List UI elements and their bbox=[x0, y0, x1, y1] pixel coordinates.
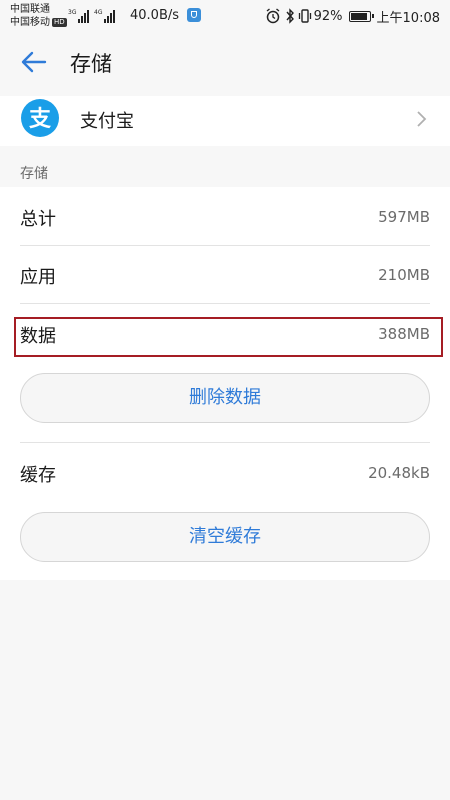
clear-cache-button[interactable]: 清空缓存 bbox=[20, 512, 430, 562]
bluetooth-icon bbox=[286, 8, 294, 24]
chevron-right-icon bbox=[417, 111, 427, 127]
battery-icon bbox=[348, 10, 374, 22]
row-label-total: 总计 bbox=[20, 209, 56, 230]
carrier-2: 中国移动 bbox=[10, 17, 50, 28]
back-button[interactable] bbox=[18, 46, 50, 78]
row-label-cache: 缓存 bbox=[20, 465, 56, 486]
storage-row-apps: 应用 210MB bbox=[20, 246, 430, 304]
storage-row-total: 总计 597MB bbox=[20, 188, 430, 246]
row-value-apps: 210MB bbox=[378, 266, 430, 284]
alipay-icon-glyph: 支 bbox=[29, 107, 52, 132]
status-right-group: 92% 上午10:08 bbox=[265, 7, 440, 26]
carrier-1: 中国联通 bbox=[10, 4, 50, 15]
row-value-total: 597MB bbox=[378, 208, 430, 226]
carrier-info: 中国联通 中国移动 HD bbox=[10, 3, 67, 29]
hd-badge: HD bbox=[52, 17, 67, 27]
clock-time: 上午10:08 bbox=[376, 10, 440, 26]
alipay-icon: 支 bbox=[21, 99, 59, 137]
net-type-1: 3G bbox=[68, 9, 77, 16]
row-value-cache: 20.48kB bbox=[368, 464, 430, 482]
security-shield-icon bbox=[187, 8, 201, 22]
app-info-row[interactable]: 支 支付宝 bbox=[0, 96, 450, 146]
net-type-2: 4G bbox=[94, 9, 103, 16]
battery-percent: 92% bbox=[313, 8, 343, 24]
divider bbox=[20, 303, 430, 304]
net-speed: 40.0B/s bbox=[130, 8, 180, 23]
section-label-storage: 存储 bbox=[20, 166, 48, 182]
alarm-icon bbox=[266, 8, 280, 24]
app-bar: 存储 bbox=[0, 34, 450, 90]
storage-row-cache: 缓存 20.48kB bbox=[20, 444, 430, 502]
signal-strength-icon: 3G 4G bbox=[68, 9, 115, 23]
row-label-apps: 应用 bbox=[20, 267, 56, 288]
divider bbox=[20, 442, 430, 443]
status-bar: 中国联通 中国移动 HD 3G 4G 40.0B/s 92% 上午10:08 bbox=[0, 0, 450, 34]
delete-data-button[interactable]: 删除数据 bbox=[20, 373, 430, 423]
vibrate-icon bbox=[298, 9, 311, 23]
page-title: 存储 bbox=[70, 52, 112, 76]
back-arrow-icon bbox=[21, 51, 47, 73]
app-name: 支付宝 bbox=[80, 111, 134, 132]
signal-icons: 3G 4G bbox=[68, 8, 124, 24]
highlight-annotation-box bbox=[14, 317, 443, 357]
empty-area bbox=[0, 580, 450, 800]
